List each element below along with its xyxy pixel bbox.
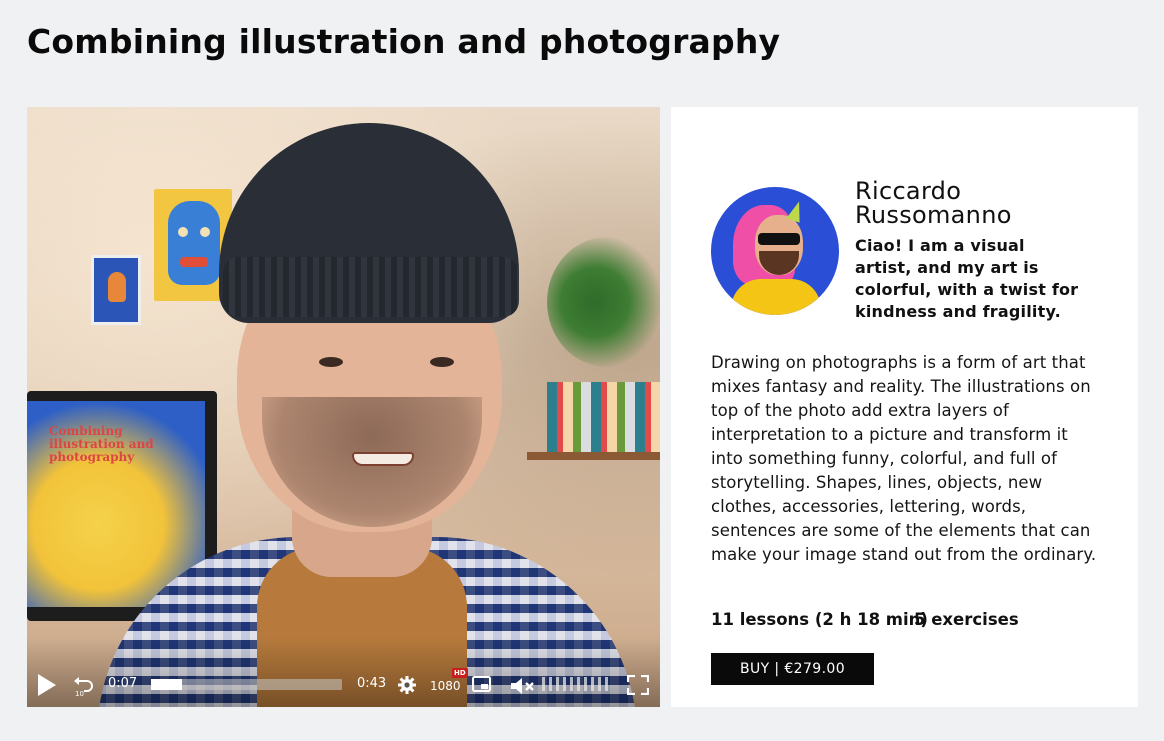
- quality-selector[interactable]: 1080: [430, 679, 461, 693]
- progress-fill: [151, 679, 182, 690]
- volume-slider[interactable]: [542, 677, 612, 691]
- course-info-card: Riccardo Russomanno Ciao! I am a visual …: [671, 107, 1138, 707]
- rewind-label: 10: [75, 690, 84, 697]
- video-controls: 10 0:07 0:43 1080 HD: [27, 663, 660, 707]
- shelf: [527, 452, 660, 460]
- play-icon[interactable]: [38, 674, 56, 696]
- presenter-eye: [319, 357, 343, 367]
- picture-in-picture-icon[interactable]: [472, 676, 491, 692]
- duration: 0:43: [357, 676, 387, 691]
- author-name: Riccardo Russomanno: [855, 177, 1012, 229]
- progress-bar[interactable]: [151, 679, 342, 690]
- monitor-screen-text: Combining illustration and photography: [49, 424, 154, 464]
- fullscreen-icon[interactable]: [627, 675, 649, 695]
- course-description: Drawing on photographs is a form of art …: [711, 353, 1097, 564]
- lessons-count: 11 lessons (2 h 18 min): [711, 610, 928, 629]
- rewind-10-icon[interactable]: 10: [72, 675, 94, 697]
- buy-button[interactable]: BUY | €279.00: [711, 653, 874, 685]
- current-time: 0:07: [108, 676, 138, 691]
- exercises-count: 5 exercises: [914, 610, 1019, 629]
- page-title: Combining illustration and photography: [27, 22, 781, 61]
- presenter-beanie-cuff: [223, 257, 519, 317]
- plant: [547, 237, 660, 367]
- hd-badge: HD: [452, 668, 468, 678]
- presenter-mouth: [352, 452, 414, 466]
- video-player[interactable]: Combining illustration and photography 1…: [27, 107, 660, 707]
- muted-speaker-icon[interactable]: [510, 676, 536, 696]
- presenter-eye: [430, 357, 454, 367]
- settings-gear-icon[interactable]: [397, 675, 417, 695]
- wall-poster-small: [91, 255, 141, 325]
- bookshelf-books: [547, 382, 660, 452]
- author-bio: Ciao! I am a visual artist, and my art i…: [855, 236, 1079, 321]
- author-avatar: [711, 187, 839, 315]
